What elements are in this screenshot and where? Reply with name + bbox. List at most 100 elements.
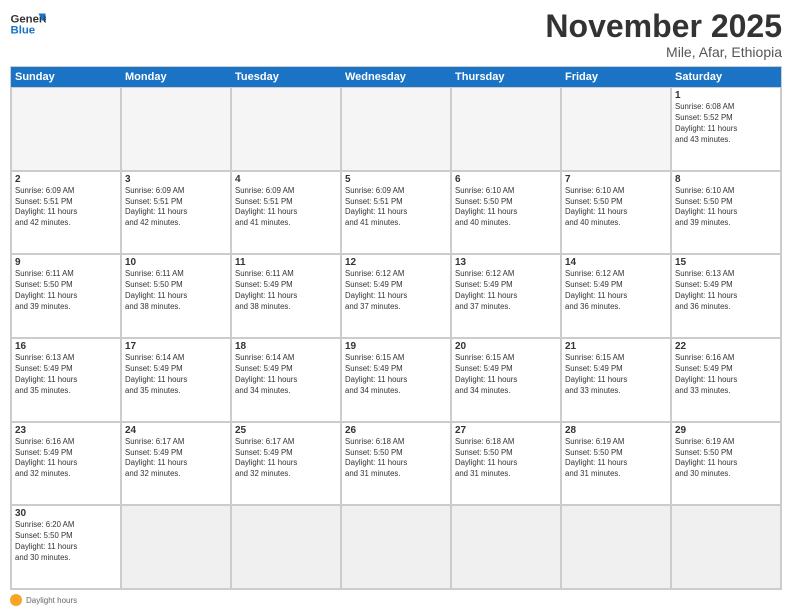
day-info: Sunrise: 6:19 AM Sunset: 5:50 PM Dayligh…	[675, 437, 777, 481]
day-info: Sunrise: 6:09 AM Sunset: 5:51 PM Dayligh…	[235, 186, 337, 230]
day-number: 24	[125, 425, 227, 436]
day-cell	[671, 505, 781, 589]
day-info: Sunrise: 6:10 AM Sunset: 5:50 PM Dayligh…	[455, 186, 557, 230]
day-number: 28	[565, 425, 667, 436]
day-cell	[121, 505, 231, 589]
day-cell: 22Sunrise: 6:16 AM Sunset: 5:49 PM Dayli…	[671, 338, 781, 422]
day-number: 21	[565, 341, 667, 352]
day-number: 5	[345, 174, 447, 185]
day-info: Sunrise: 6:20 AM Sunset: 5:50 PM Dayligh…	[15, 520, 117, 564]
footer: Daylight hours	[10, 594, 782, 606]
day-info: Sunrise: 6:14 AM Sunset: 5:49 PM Dayligh…	[125, 353, 227, 397]
day-info: Sunrise: 6:09 AM Sunset: 5:51 PM Dayligh…	[15, 186, 117, 230]
title-area: November 2025 Mile, Afar, Ethiopia	[545, 10, 782, 60]
day-number: 12	[345, 257, 447, 268]
day-number: 2	[15, 174, 117, 185]
day-info: Sunrise: 6:14 AM Sunset: 5:49 PM Dayligh…	[235, 353, 337, 397]
day-header-saturday: Saturday	[671, 67, 781, 87]
day-info: Sunrise: 6:13 AM Sunset: 5:49 PM Dayligh…	[15, 353, 117, 397]
day-info: Sunrise: 6:10 AM Sunset: 5:50 PM Dayligh…	[565, 186, 667, 230]
day-cell: 20Sunrise: 6:15 AM Sunset: 5:49 PM Dayli…	[451, 338, 561, 422]
day-number: 30	[15, 508, 117, 519]
day-cell: 14Sunrise: 6:12 AM Sunset: 5:49 PM Dayli…	[561, 254, 671, 338]
day-number: 13	[455, 257, 557, 268]
day-cell	[451, 87, 561, 171]
day-cell: 9Sunrise: 6:11 AM Sunset: 5:50 PM Daylig…	[11, 254, 121, 338]
day-number: 6	[455, 174, 557, 185]
day-cell	[341, 505, 451, 589]
day-info: Sunrise: 6:15 AM Sunset: 5:49 PM Dayligh…	[455, 353, 557, 397]
day-number: 19	[345, 341, 447, 352]
day-number: 4	[235, 174, 337, 185]
day-cell: 19Sunrise: 6:15 AM Sunset: 5:49 PM Dayli…	[341, 338, 451, 422]
day-number: 7	[565, 174, 667, 185]
day-cell: 26Sunrise: 6:18 AM Sunset: 5:50 PM Dayli…	[341, 422, 451, 506]
logo: General Blue	[10, 10, 46, 38]
day-cell: 1Sunrise: 6:08 AM Sunset: 5:52 PM Daylig…	[671, 87, 781, 171]
page: General Blue November 2025 Mile, Afar, E…	[0, 0, 792, 612]
day-number: 11	[235, 257, 337, 268]
day-number: 9	[15, 257, 117, 268]
day-cell	[561, 505, 671, 589]
day-cell: 3Sunrise: 6:09 AM Sunset: 5:51 PM Daylig…	[121, 171, 231, 255]
day-cell	[11, 87, 121, 171]
day-number: 10	[125, 257, 227, 268]
day-cell: 12Sunrise: 6:12 AM Sunset: 5:49 PM Dayli…	[341, 254, 451, 338]
day-cell: 30Sunrise: 6:20 AM Sunset: 5:50 PM Dayli…	[11, 505, 121, 589]
day-number: 18	[235, 341, 337, 352]
day-number: 22	[675, 341, 777, 352]
day-info: Sunrise: 6:11 AM Sunset: 5:50 PM Dayligh…	[15, 269, 117, 313]
day-info: Sunrise: 6:09 AM Sunset: 5:51 PM Dayligh…	[125, 186, 227, 230]
day-info: Sunrise: 6:19 AM Sunset: 5:50 PM Dayligh…	[565, 437, 667, 481]
day-cell: 10Sunrise: 6:11 AM Sunset: 5:50 PM Dayli…	[121, 254, 231, 338]
day-info: Sunrise: 6:16 AM Sunset: 5:49 PM Dayligh…	[675, 353, 777, 397]
day-info: Sunrise: 6:12 AM Sunset: 5:49 PM Dayligh…	[455, 269, 557, 313]
day-cell: 6Sunrise: 6:10 AM Sunset: 5:50 PM Daylig…	[451, 171, 561, 255]
day-info: Sunrise: 6:13 AM Sunset: 5:49 PM Dayligh…	[675, 269, 777, 313]
calendar: SundayMondayTuesdayWednesdayThursdayFrid…	[10, 66, 782, 590]
svg-text:Blue: Blue	[11, 25, 36, 37]
day-info: Sunrise: 6:12 AM Sunset: 5:49 PM Dayligh…	[345, 269, 447, 313]
day-cell: 5Sunrise: 6:09 AM Sunset: 5:51 PM Daylig…	[341, 171, 451, 255]
day-number: 16	[15, 341, 117, 352]
day-header-tuesday: Tuesday	[231, 67, 341, 87]
sun-icon	[10, 594, 22, 606]
day-info: Sunrise: 6:15 AM Sunset: 5:49 PM Dayligh…	[345, 353, 447, 397]
day-cell: 23Sunrise: 6:16 AM Sunset: 5:49 PM Dayli…	[11, 422, 121, 506]
day-number: 14	[565, 257, 667, 268]
day-number: 3	[125, 174, 227, 185]
day-cell: 16Sunrise: 6:13 AM Sunset: 5:49 PM Dayli…	[11, 338, 121, 422]
day-cell: 7Sunrise: 6:10 AM Sunset: 5:50 PM Daylig…	[561, 171, 671, 255]
day-cell: 27Sunrise: 6:18 AM Sunset: 5:50 PM Dayli…	[451, 422, 561, 506]
day-info: Sunrise: 6:18 AM Sunset: 5:50 PM Dayligh…	[455, 437, 557, 481]
day-number: 20	[455, 341, 557, 352]
day-cell: 15Sunrise: 6:13 AM Sunset: 5:49 PM Dayli…	[671, 254, 781, 338]
day-header-thursday: Thursday	[451, 67, 561, 87]
day-cell	[231, 505, 341, 589]
day-number: 25	[235, 425, 337, 436]
logo-icon: General Blue	[10, 10, 46, 38]
day-info: Sunrise: 6:17 AM Sunset: 5:49 PM Dayligh…	[125, 437, 227, 481]
day-cell: 11Sunrise: 6:11 AM Sunset: 5:49 PM Dayli…	[231, 254, 341, 338]
day-info: Sunrise: 6:17 AM Sunset: 5:49 PM Dayligh…	[235, 437, 337, 481]
calendar-grid: 1Sunrise: 6:08 AM Sunset: 5:52 PM Daylig…	[11, 87, 781, 589]
footer-label: Daylight hours	[26, 596, 77, 605]
day-cell: 2Sunrise: 6:09 AM Sunset: 5:51 PM Daylig…	[11, 171, 121, 255]
day-headers: SundayMondayTuesdayWednesdayThursdayFrid…	[11, 67, 781, 87]
day-info: Sunrise: 6:11 AM Sunset: 5:49 PM Dayligh…	[235, 269, 337, 313]
header: General Blue November 2025 Mile, Afar, E…	[10, 10, 782, 60]
day-cell: 4Sunrise: 6:09 AM Sunset: 5:51 PM Daylig…	[231, 171, 341, 255]
day-info: Sunrise: 6:16 AM Sunset: 5:49 PM Dayligh…	[15, 437, 117, 481]
day-number: 15	[675, 257, 777, 268]
day-cell: 28Sunrise: 6:19 AM Sunset: 5:50 PM Dayli…	[561, 422, 671, 506]
day-info: Sunrise: 6:08 AM Sunset: 5:52 PM Dayligh…	[675, 102, 777, 146]
day-header-monday: Monday	[121, 67, 231, 87]
day-number: 26	[345, 425, 447, 436]
day-number: 1	[675, 90, 777, 101]
day-number: 27	[455, 425, 557, 436]
day-cell: 21Sunrise: 6:15 AM Sunset: 5:49 PM Dayli…	[561, 338, 671, 422]
day-cell: 13Sunrise: 6:12 AM Sunset: 5:49 PM Dayli…	[451, 254, 561, 338]
day-header-friday: Friday	[561, 67, 671, 87]
day-number: 23	[15, 425, 117, 436]
day-header-wednesday: Wednesday	[341, 67, 451, 87]
